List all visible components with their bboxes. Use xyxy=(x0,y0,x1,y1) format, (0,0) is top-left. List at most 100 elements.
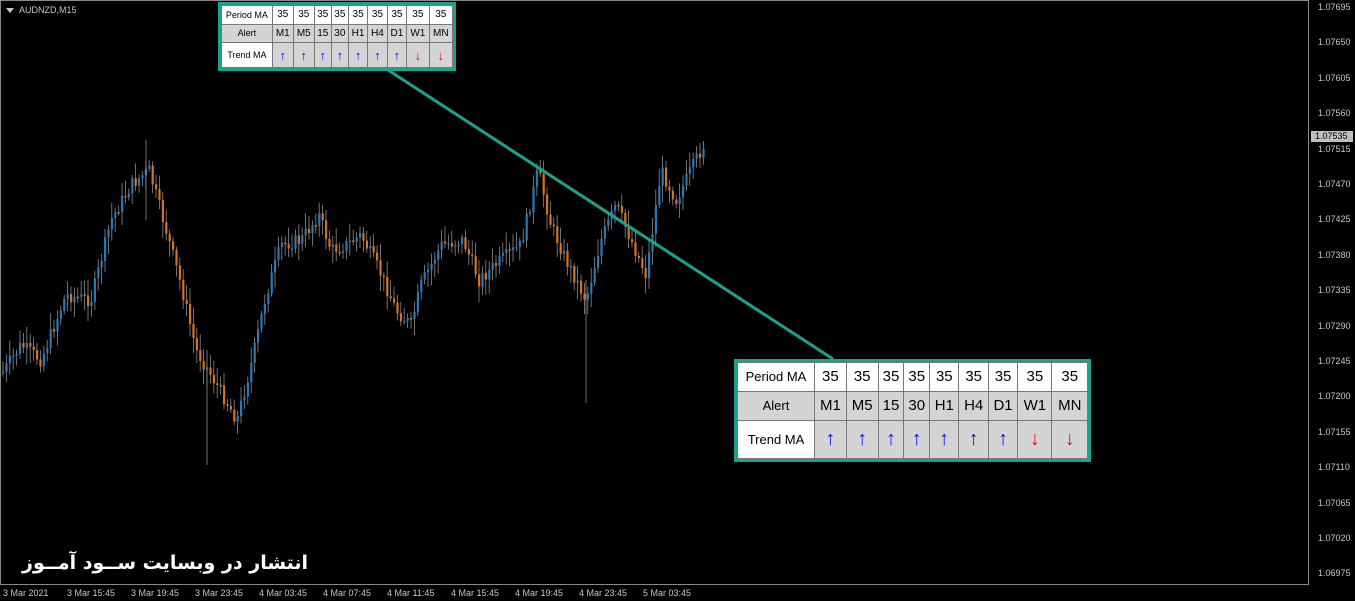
alert-timeframe-button[interactable]: H1 xyxy=(347,23,369,44)
ma-panel-large: Period MA 35 35 35 35 35 35 35 35 35 Alert M1 M5 15 30… xyxy=(734,359,1091,462)
candle-body xyxy=(148,165,151,169)
alert-timeframe-button[interactable]: M5 xyxy=(845,390,879,421)
candle-body xyxy=(372,245,375,253)
arrow-down-icon: ↓ xyxy=(1051,419,1088,460)
candle-body xyxy=(603,226,606,239)
candle-body xyxy=(32,346,35,351)
candle-body xyxy=(202,361,205,370)
alert-timeframe-button[interactable]: 30 xyxy=(330,23,349,44)
arrow-up-icon: ↑ xyxy=(903,419,931,460)
period-value: 35 xyxy=(1051,362,1088,392)
candle-body xyxy=(665,167,668,187)
candle-body xyxy=(444,241,447,244)
candle-body xyxy=(260,314,263,329)
candle-body xyxy=(512,247,515,251)
alert-timeframe-button[interactable]: 30 xyxy=(903,390,931,421)
price-chart[interactable] xyxy=(0,0,1309,585)
alert-timeframe-button[interactable]: D1 xyxy=(987,390,1019,421)
period-value: 35 xyxy=(987,362,1019,392)
alert-timeframe-button[interactable]: D1 xyxy=(386,23,408,44)
candle-body xyxy=(155,184,158,190)
candle-body xyxy=(573,266,576,283)
candle-body xyxy=(682,185,685,198)
symbol-label[interactable]: AUDNZD,M15 xyxy=(6,5,77,15)
alert-timeframe-button[interactable]: H4 xyxy=(958,390,989,421)
time-axis-label: 4 Mar 03:45 xyxy=(259,588,308,598)
candle-body xyxy=(376,252,379,261)
candle-body xyxy=(491,263,494,270)
candlestick-chart[interactable] xyxy=(0,0,1309,585)
candle-body xyxy=(403,320,406,323)
candle-body xyxy=(348,240,351,242)
dropdown-triangle-icon[interactable] xyxy=(6,8,14,14)
candle-body xyxy=(501,252,504,256)
candle-body xyxy=(46,347,49,354)
alert-timeframe-button[interactable]: M1 xyxy=(814,390,847,421)
candle-body xyxy=(399,313,402,322)
alert-timeframe-button[interactable]: W1 xyxy=(406,23,430,44)
candle-body xyxy=(464,237,467,250)
candle-body xyxy=(688,167,691,174)
alert-timeframe-button[interactable]: MN xyxy=(1051,390,1088,421)
price-axis-label: 1.07380 xyxy=(1318,249,1351,260)
candle-body xyxy=(15,353,18,356)
arrow-up-icon: ↑ xyxy=(330,42,349,68)
candle-body xyxy=(488,269,491,280)
period-value: 35 xyxy=(929,362,960,392)
candle-body xyxy=(284,242,287,245)
price-axis-label: 1.07065 xyxy=(1318,497,1351,508)
candle-body xyxy=(386,276,389,297)
candle-body xyxy=(508,249,511,251)
candle-body xyxy=(566,250,569,267)
candle-body xyxy=(518,240,521,247)
candle-body xyxy=(433,259,436,264)
candle-body xyxy=(600,238,603,257)
candle-body xyxy=(274,259,277,273)
alert-timeframe-button[interactable]: MN xyxy=(428,23,454,44)
arrow-down-icon: ↓ xyxy=(406,42,430,68)
arrow-up-icon: ↑ xyxy=(845,419,879,460)
candle-body xyxy=(522,240,525,242)
candle-body xyxy=(19,342,22,354)
alert-timeframe-button[interactable]: W1 xyxy=(1017,390,1053,421)
time-axis-label: 4 Mar 07:45 xyxy=(323,588,372,598)
alert-timeframe-button[interactable]: H1 xyxy=(929,390,960,421)
candle-body xyxy=(658,185,661,205)
alert-timeframe-button[interactable]: 15 xyxy=(877,390,905,421)
candle-body xyxy=(637,256,640,258)
alert-row-label: Alert xyxy=(737,390,815,421)
alert-timeframe-button[interactable]: M5 xyxy=(292,23,315,44)
candle-body xyxy=(552,224,555,227)
alert-timeframe-button[interactable]: H4 xyxy=(367,23,388,44)
alert-row: Alert M1 M5 15 30 H1 H4 D1 W1 MN xyxy=(221,23,454,44)
candle-body xyxy=(263,303,266,315)
candle-body xyxy=(328,238,331,247)
alert-timeframe-button[interactable]: M1 xyxy=(271,23,294,44)
arrow-up-icon: ↑ xyxy=(367,42,388,68)
candle-body xyxy=(66,294,69,299)
period-row-label: Period MA xyxy=(221,5,273,25)
candle-body xyxy=(498,255,501,266)
candle-body xyxy=(124,195,127,198)
candle-body xyxy=(53,329,56,332)
candle-body xyxy=(59,310,62,319)
alert-timeframe-button[interactable]: 15 xyxy=(313,23,332,44)
candle-body xyxy=(481,273,484,287)
candle-body xyxy=(161,199,164,223)
price-axis-label: 1.07020 xyxy=(1318,533,1351,543)
arrow-down-icon: ↓ xyxy=(428,42,454,68)
candle-body xyxy=(651,233,654,252)
time-axis-label: 4 Mar 11:45 xyxy=(387,588,435,598)
arrow-up-icon: ↑ xyxy=(814,419,847,460)
price-axis-label: 1.07335 xyxy=(1318,285,1351,296)
price-axis-label: 1.07695 xyxy=(1318,2,1351,12)
arrow-down-icon: ↓ xyxy=(1017,419,1053,460)
candle-body xyxy=(379,260,382,276)
trend-row: Trend MA ↑ ↑ ↑ ↑ ↑ ↑ ↑ ↓ ↓ xyxy=(221,42,454,68)
candle-body xyxy=(134,178,137,186)
candle-body xyxy=(253,342,256,363)
candle-body xyxy=(525,213,528,241)
candle-body xyxy=(168,233,171,242)
candle-body xyxy=(556,226,559,244)
period-value: 35 xyxy=(330,5,349,25)
